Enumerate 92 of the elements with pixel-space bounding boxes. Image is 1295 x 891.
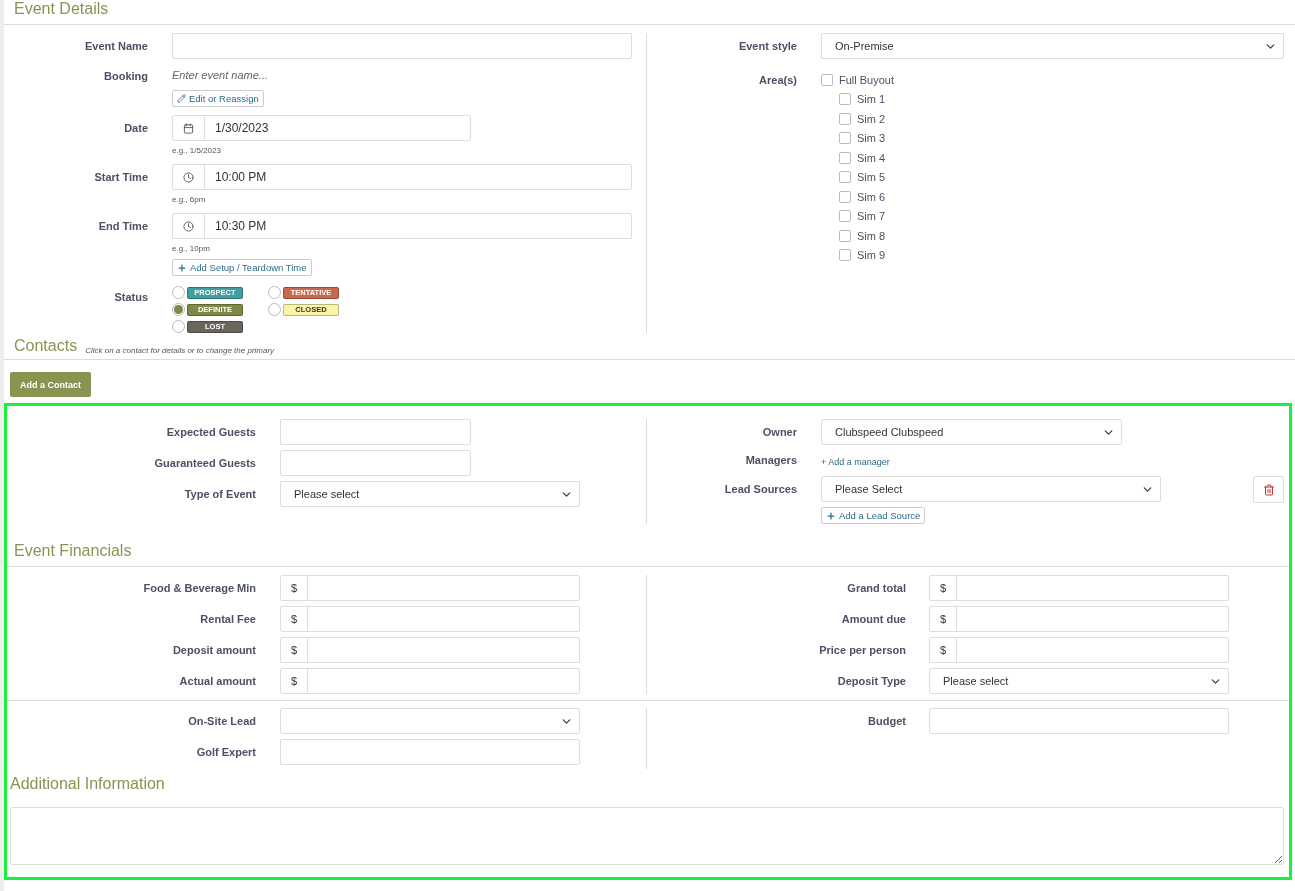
format-hint: e.g., 1/5/2023 (172, 146, 221, 156)
checkbox[interactable] (839, 151, 851, 164)
field-label: Managers (744, 453, 797, 468)
select-field[interactable]: Please select (280, 481, 580, 507)
field-label: Deposit amount (171, 643, 256, 658)
field-label: Start Time (93, 170, 148, 185)
section-title: Contacts (14, 337, 78, 355)
checkbox[interactable] (839, 93, 851, 106)
checkbox[interactable] (839, 249, 851, 262)
input-field[interactable] (280, 419, 471, 445)
input-field[interactable] (929, 708, 1229, 734)
checkbox-label: Sim 5 (857, 171, 886, 184)
format-hint: e.g., 6pm (172, 195, 206, 205)
field-label: Status (113, 290, 148, 305)
input-field[interactable] (172, 33, 632, 59)
radio-button[interactable] (172, 320, 185, 333)
input-field[interactable] (280, 739, 580, 765)
clock-icon (183, 171, 194, 183)
field-label: Golf Expert (195, 745, 256, 760)
pencil-icon (177, 94, 186, 103)
currency-field[interactable]: $ (280, 637, 580, 663)
field-label: Amount due (840, 612, 906, 627)
checkbox[interactable] (839, 171, 851, 184)
checkbox-label: Full Buyout (839, 73, 895, 86)
field-label: Actual amount (178, 674, 256, 689)
field-label: Owner (761, 425, 797, 440)
field-label: Event Name (84, 39, 148, 54)
checkbox[interactable] (839, 229, 851, 242)
field-label: Date (123, 121, 148, 136)
plus-icon (826, 510, 836, 521)
field-label: Area(s) (758, 73, 797, 88)
format-hint: e.g., 10pm (172, 244, 210, 254)
field-label: On-Site Lead (187, 714, 256, 729)
select-field[interactable]: Please select (929, 668, 1229, 694)
currency-field[interactable]: $ (929, 637, 1229, 663)
currency-field[interactable]: $ (280, 575, 580, 601)
section-title: Event Financials (14, 542, 132, 560)
field-label: Guaranteed Guests (153, 456, 256, 471)
checkbox[interactable] (839, 190, 851, 203)
radio-button[interactable] (268, 286, 281, 299)
add-setup-button[interactable]: Add Setup / Teardown Time (172, 259, 312, 276)
section-title: Additional Information (10, 775, 165, 793)
checkbox-label: Sim 9 (857, 249, 886, 262)
checkbox-label: Sim 1 (857, 93, 886, 106)
clock-icon (183, 220, 194, 232)
date-input[interactable]: 1/30/2023 (205, 116, 470, 140)
field-label: End Time (97, 219, 148, 234)
field-label: Grand total (846, 581, 906, 596)
booking-name: Enter event name... (172, 68, 268, 83)
input-field[interactable] (280, 450, 471, 476)
edit-button[interactable]: Edit or Reassign (172, 90, 264, 107)
currency-field[interactable]: $ (280, 606, 580, 632)
field-label: Deposit Type (836, 674, 906, 689)
radio-button[interactable] (172, 286, 185, 299)
field-label: Budget (867, 714, 906, 729)
select-field[interactable]: On-Premise (821, 33, 1284, 59)
field-label: Food & Beverage Min (142, 581, 256, 596)
field-label: Price per person (818, 643, 906, 658)
delete-button[interactable] (1253, 476, 1284, 503)
field-label: Booking (103, 69, 148, 84)
checkbox-label: Sim 2 (857, 112, 886, 125)
field-label: Lead Sources (723, 482, 797, 497)
add-lead-source-button[interactable]: Add a Lead Source (821, 507, 926, 524)
field-label: Type of Event (183, 487, 256, 502)
radio-button[interactable] (172, 303, 185, 316)
calendar-icon (183, 122, 194, 134)
field-label: Rental Fee (199, 612, 256, 627)
select-field[interactable]: Clubspeed Clubspeed (821, 419, 1122, 445)
checkbox[interactable] (839, 210, 851, 223)
add-manager-link[interactable]: + Add a manager (821, 449, 890, 475)
checkbox[interactable] (839, 132, 851, 145)
select-field[interactable]: Please Select (821, 476, 1161, 502)
date-field[interactable]: 1/30/2023 (172, 115, 471, 141)
checkbox[interactable] (821, 73, 833, 86)
checkbox-label: Sim 4 (857, 151, 886, 164)
currency-field[interactable]: $ (929, 575, 1229, 601)
checkbox-label: Sim 7 (857, 210, 886, 223)
radio-button[interactable] (268, 303, 281, 316)
currency-field[interactable]: $ (929, 606, 1229, 632)
select-field[interactable] (280, 708, 580, 734)
currency-field[interactable]: $ (280, 668, 580, 694)
plus-icon (177, 262, 187, 273)
trash-icon (1262, 483, 1275, 496)
section-hint: Click on a contact for details or to change the primary (85, 346, 275, 355)
checkbox-label: Sim 8 (857, 229, 886, 242)
field-label: Event style (737, 39, 797, 54)
text-area[interactable] (10, 807, 1284, 865)
checkbox[interactable] (839, 112, 851, 125)
checkbox-label: Sim 3 (857, 132, 886, 145)
section-title: Event Details (4, 0, 1295, 25)
checkbox-label: Sim 6 (857, 190, 886, 203)
field-label: Expected Guests (165, 425, 256, 440)
